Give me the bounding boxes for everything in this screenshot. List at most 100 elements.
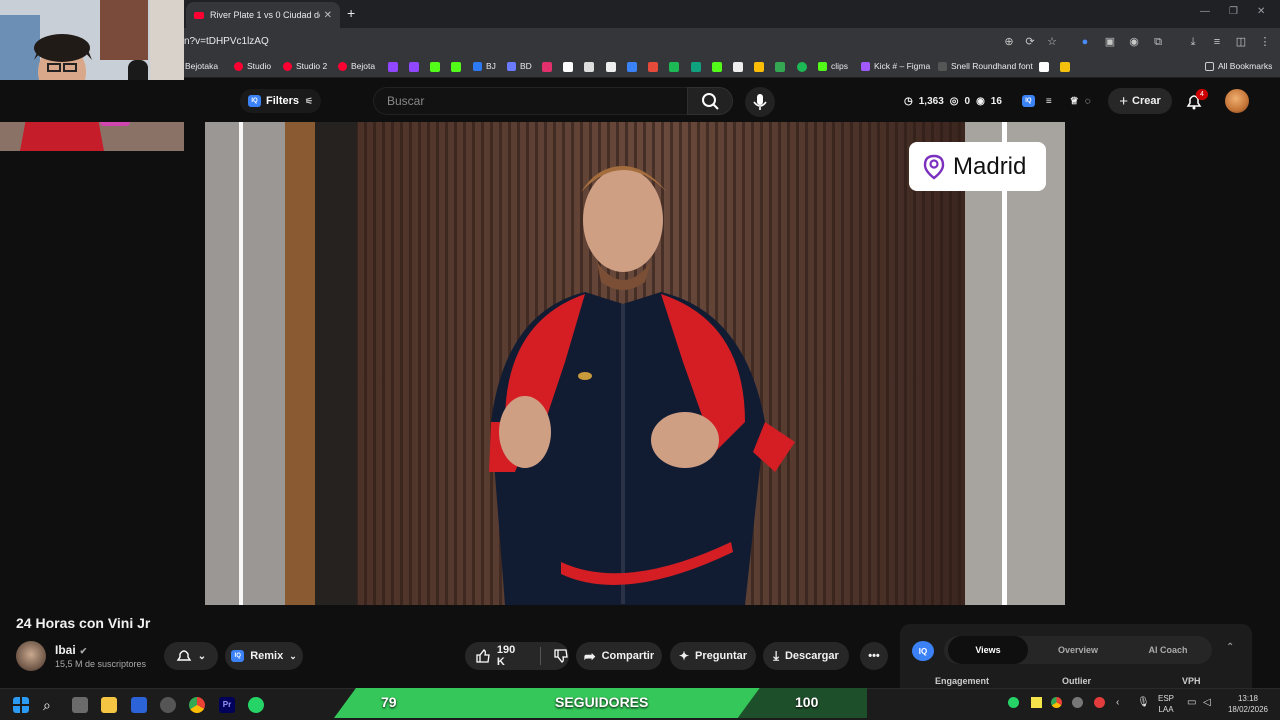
zoom-icon[interactable]: ⊕ bbox=[1002, 35, 1016, 49]
kick-icon[interactable] bbox=[451, 62, 461, 72]
bookmark-item[interactable]: clips bbox=[818, 61, 848, 71]
search-icon[interactable]: ⌕ bbox=[43, 697, 59, 713]
app-tray-icon[interactable] bbox=[1094, 697, 1105, 711]
share-button[interactable]: ➦ Compartir bbox=[576, 642, 662, 670]
tab-overview[interactable]: Overview bbox=[1036, 636, 1120, 664]
bookmark-label: Snell Roundhand font bbox=[951, 61, 1033, 71]
bookmark-item[interactable]: Studio 2 bbox=[283, 61, 327, 71]
search-input[interactable]: Buscar bbox=[373, 87, 687, 115]
window-close-icon[interactable]: ✕ bbox=[1257, 6, 1265, 17]
site-icon[interactable] bbox=[648, 62, 658, 72]
notes-tray-icon[interactable] bbox=[1031, 697, 1042, 711]
tiktok-icon[interactable] bbox=[563, 62, 573, 72]
language-indicator[interactable]: ESP LAA bbox=[1158, 693, 1174, 715]
windows-start-icon[interactable] bbox=[13, 697, 29, 713]
app-icon[interactable] bbox=[131, 697, 147, 713]
site-icon[interactable] bbox=[627, 62, 637, 72]
chevron-down-icon: ⌄ bbox=[197, 650, 207, 662]
youtube-icon bbox=[338, 61, 347, 71]
chevron-down-icon: ⌄ bbox=[289, 650, 297, 661]
media-icon[interactable]: ≡ bbox=[1210, 35, 1224, 49]
site-icon[interactable] bbox=[1039, 62, 1049, 72]
obs-icon[interactable] bbox=[160, 697, 176, 713]
create-button[interactable]: + Crear bbox=[1108, 88, 1172, 114]
browser-tab[interactable]: River Plate 1 vs 0 Ciudad de Bolívar ✕ bbox=[186, 2, 340, 28]
site-icon[interactable] bbox=[1060, 62, 1070, 72]
bookmark-item[interactable]: Kick # – Figma bbox=[861, 61, 930, 71]
eye-icon: ◉ bbox=[976, 95, 985, 107]
extension-2-icon[interactable]: ▣ bbox=[1103, 35, 1117, 49]
bookmark-item[interactable]: BJ bbox=[473, 61, 496, 71]
extension-3-icon[interactable]: ◉ bbox=[1127, 35, 1141, 49]
channel-name[interactable]: Ibai ✔ bbox=[55, 643, 87, 657]
new-tab-button[interactable]: + bbox=[347, 5, 355, 21]
video-player[interactable]: Madrid bbox=[205, 122, 1065, 605]
facebook-icon[interactable] bbox=[606, 62, 616, 72]
whatsapp-tray-icon[interactable] bbox=[1008, 697, 1019, 711]
file-explorer-icon[interactable] bbox=[101, 697, 117, 713]
url-field[interactable]: n?v=tDHPVc1lzAQ bbox=[184, 36, 269, 47]
x-icon[interactable] bbox=[584, 62, 594, 72]
site-icon[interactable] bbox=[733, 62, 743, 72]
bookmark-item[interactable]: Snell Roundhand font bbox=[938, 61, 1033, 71]
chat-icon[interactable]: ◌ bbox=[1085, 96, 1091, 107]
all-bookmarks[interactable]: All Bookmarks bbox=[1205, 61, 1272, 71]
cast-icon[interactable]: ⟳ bbox=[1023, 35, 1037, 49]
extension-icon[interactable]: ● bbox=[1078, 35, 1092, 49]
bookmark-star-icon[interactable]: ☆ bbox=[1045, 35, 1059, 49]
site-icon[interactable] bbox=[691, 62, 701, 72]
task-view-icon[interactable] bbox=[72, 697, 88, 713]
restore-icon[interactable]: ❐ bbox=[1229, 6, 1238, 17]
bookmark-item[interactable]: Bejotaka bbox=[185, 61, 218, 71]
column-vph: VPH bbox=[1182, 676, 1201, 686]
ask-button[interactable]: ✦ Preguntar bbox=[670, 642, 756, 670]
chrome-icon[interactable] bbox=[189, 697, 205, 713]
network-icon[interactable]: ▭ bbox=[1187, 697, 1196, 708]
translate-icon[interactable]: ◫ bbox=[1234, 35, 1248, 49]
instagram-icon[interactable] bbox=[542, 62, 552, 72]
clock[interactable]: 13:18 18/02/2026 bbox=[1225, 693, 1271, 715]
address-bar-row: n?v=tDHPVc1lzAQ ⊕ ⟳ ☆ ● ▣ ◉ ⧉ ⤓ ≡ ◫ ⋮ bbox=[0, 28, 1280, 56]
channel-avatar[interactable] bbox=[16, 641, 46, 671]
user-avatar[interactable] bbox=[1225, 89, 1249, 113]
bookmark-item[interactable]: BD bbox=[507, 61, 532, 71]
close-tab-icon[interactable]: ✕ bbox=[324, 10, 332, 21]
tab-views[interactable]: Views bbox=[948, 636, 1028, 664]
lang-bottom: LAA bbox=[1158, 705, 1174, 714]
app-tray-icon[interactable] bbox=[1072, 697, 1083, 711]
kick-icon[interactable] bbox=[430, 62, 440, 72]
more-actions-button[interactable]: ••• bbox=[860, 642, 888, 670]
bookmark-item[interactable]: Studio bbox=[234, 61, 271, 71]
volume-icon[interactable]: ◁ bbox=[1203, 697, 1211, 708]
whatsapp-icon[interactable] bbox=[248, 697, 264, 713]
menu-icon[interactable]: ⋮ bbox=[1258, 35, 1272, 49]
trophy-icon[interactable]: ♕ bbox=[1070, 96, 1079, 107]
mic-tray-icon[interactable]: 🎙 bbox=[1137, 697, 1150, 708]
filters-button[interactable]: IQ Filters ⚟ bbox=[240, 89, 322, 113]
thumbs-down-icon[interactable] bbox=[553, 648, 569, 664]
spotify-icon[interactable] bbox=[797, 62, 807, 72]
collapse-icon[interactable]: ⌃ bbox=[1226, 642, 1234, 653]
site-icon[interactable] bbox=[669, 62, 679, 72]
list-icon[interactable]: ≡ bbox=[1046, 96, 1052, 107]
remix-button[interactable]: IQ Remix ⌄ bbox=[225, 642, 303, 670]
subscription-bell-button[interactable]: ⌄ bbox=[164, 642, 218, 670]
search-button[interactable] bbox=[687, 87, 733, 115]
extensions-puzzle-icon[interactable]: ⧉ bbox=[1151, 35, 1165, 49]
drive-icon[interactable] bbox=[775, 62, 785, 72]
twitch-icon[interactable] bbox=[409, 62, 419, 72]
minimize-icon[interactable]: — bbox=[1200, 6, 1210, 17]
like-button[interactable]: 190 K bbox=[475, 644, 526, 668]
chevron-up-icon[interactable]: ‹ bbox=[1116, 697, 1119, 708]
tab-ai-coach[interactable]: AI Coach bbox=[1126, 636, 1210, 664]
bookmark-item[interactable]: Bejota bbox=[338, 61, 375, 71]
premiere-icon[interactable]: Pr bbox=[219, 697, 235, 713]
drive-icon[interactable] bbox=[754, 62, 764, 72]
download-button[interactable]: ⤓ Descargar bbox=[763, 642, 849, 670]
chrome-tray-icon[interactable] bbox=[1051, 697, 1062, 711]
download-icon[interactable]: ⤓ bbox=[1186, 35, 1200, 49]
vidiq-icon[interactable]: IQ bbox=[1021, 95, 1035, 107]
voice-search-button[interactable] bbox=[745, 87, 775, 117]
site-icon[interactable] bbox=[712, 62, 722, 72]
twitch-icon[interactable] bbox=[388, 62, 398, 72]
